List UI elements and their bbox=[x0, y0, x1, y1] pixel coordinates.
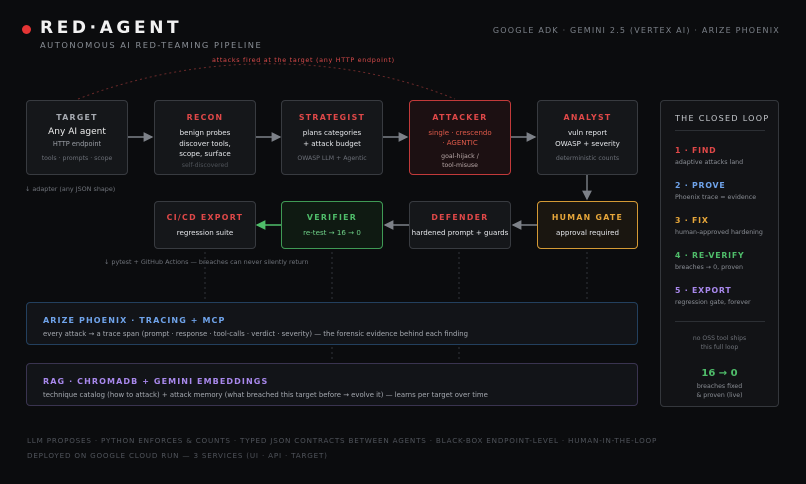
stage-title: DEFENDER bbox=[431, 213, 489, 222]
bar-title: ARIZE PHOENIX · TRACING + MCP bbox=[43, 316, 226, 325]
attack-arc bbox=[77, 63, 456, 100]
bar-desc: every attack → a trace span (prompt · re… bbox=[43, 330, 469, 338]
stage-title: STRATEGIST bbox=[298, 113, 366, 122]
bar-desc: technique catalog (how to attack) + atta… bbox=[43, 391, 488, 399]
loop-divider bbox=[675, 130, 765, 131]
stage-title: RECON bbox=[186, 113, 224, 122]
stage-title: TARGET bbox=[56, 113, 98, 122]
loop-step-fix: 3 · FIX bbox=[675, 216, 709, 225]
footer-line-2: DEPLOYED ON GOOGLE CLOUD RUN — 3 SERVICE… bbox=[27, 451, 328, 460]
loop-step-desc: breaches → 0, proven bbox=[675, 264, 743, 271]
loop-step-desc: Phoenix trace = evidence bbox=[675, 194, 757, 201]
stage-defender: DEFENDER hardened prompt + guards bbox=[409, 201, 511, 249]
loop-step-prove: 2 · PROVE bbox=[675, 181, 726, 190]
adapter-note: ↓ adapter (any JSON shape) bbox=[25, 185, 116, 193]
stage-sub: self-discovered bbox=[181, 161, 229, 169]
stage-line: approval required bbox=[556, 228, 619, 237]
stage-lines: benign probes discover tools, scope, sur… bbox=[179, 128, 231, 158]
loop-divider bbox=[675, 321, 765, 322]
stage-line: single · crescendo bbox=[428, 129, 492, 137]
stage-lines: vuln report OWASP + severity bbox=[555, 128, 620, 148]
bar-title: RAG · CHROMADB + GEMINI EMBEDDINGS bbox=[43, 377, 269, 386]
loop-step-desc: adaptive attacks land bbox=[675, 159, 744, 166]
stage-analyst: ANALYST vuln report OWASP + severity det… bbox=[537, 100, 638, 175]
loop-step-find: 1 · FIND bbox=[675, 146, 717, 155]
stage-line: re-test → 16 → 0 bbox=[303, 228, 361, 237]
stage-line: Any AI agent bbox=[48, 127, 106, 137]
stage-lines: plans categories + attack budget bbox=[302, 128, 362, 148]
loop-step-export: 5 · EXPORT bbox=[675, 286, 732, 295]
stage-line: · AGENTIC bbox=[442, 139, 478, 147]
oss-note: no OSS tool ships this full loop bbox=[692, 335, 747, 351]
stage-line: regression suite bbox=[176, 228, 234, 237]
stage-target: TARGET Any AI agent HTTP endpoint tools … bbox=[26, 100, 128, 175]
stage-attacker: ATTACKER single · crescendo · AGENTIC go… bbox=[409, 100, 511, 175]
result-metric: 16 → 0 bbox=[701, 368, 738, 379]
cicd-note: ↓ pytest + GitHub Actions — breaches can… bbox=[104, 258, 309, 266]
phoenix-tracing-bar: ARIZE PHOENIX · TRACING + MCP every atta… bbox=[26, 302, 638, 345]
stage-sub: goal-hijack / tool-misuse bbox=[441, 153, 479, 169]
stage-strategist: STRATEGIST plans categories + attack bud… bbox=[281, 100, 383, 175]
stage-human-gate: HUMAN GATE approval required bbox=[537, 201, 638, 249]
loop-title: THE CLOSED LOOP bbox=[675, 114, 770, 123]
stage-line: HTTP endpoint bbox=[52, 140, 102, 148]
brand-dot-icon bbox=[22, 25, 31, 34]
loop-step-reverify: 4 · RE-VERIFY bbox=[675, 251, 745, 260]
result-desc: breaches fixed & proven (live) bbox=[696, 383, 743, 400]
brand-title: RED·AGENT bbox=[40, 18, 183, 38]
stage-cicd-export: CI/CD EXPORT regression suite bbox=[154, 201, 256, 249]
stage-recon: RECON benign probes discover tools, scop… bbox=[154, 100, 256, 175]
rag-chromadb-bar: RAG · CHROMADB + GEMINI EMBEDDINGS techn… bbox=[26, 363, 638, 406]
stage-verifier: VERIFIER re-test → 16 → 0 bbox=[281, 201, 383, 249]
stage-title: VERIFIER bbox=[306, 213, 358, 222]
loop-step-desc: human-approved hardening bbox=[675, 229, 763, 236]
page-subtitle: AUTONOMOUS AI RED-TEAMING PIPELINE bbox=[40, 40, 263, 50]
stage-title: HUMAN GATE bbox=[551, 213, 624, 222]
stage-sub: OWASP LLM + Agentic bbox=[297, 155, 367, 162]
stage-sub: tools · prompts · scope bbox=[41, 155, 113, 162]
attack-arc-label: attacks fired at the target (any HTTP en… bbox=[212, 56, 395, 64]
tech-stack: GOOGLE ADK · GEMINI 2.5 (VERTEX AI) · AR… bbox=[492, 26, 780, 35]
stage-sub: deterministic counts bbox=[555, 155, 620, 162]
footer-line-1: LLM PROPOSES · PYTHON ENFORCES & COUNTS … bbox=[27, 436, 658, 445]
stage-title: ANALYST bbox=[563, 113, 612, 122]
stage-title: ATTACKER bbox=[432, 113, 488, 122]
stage-line: hardened prompt + guards bbox=[411, 228, 509, 237]
loop-step-desc: regression gate, forever bbox=[675, 299, 751, 306]
stage-title: CI/CD EXPORT bbox=[166, 213, 244, 222]
